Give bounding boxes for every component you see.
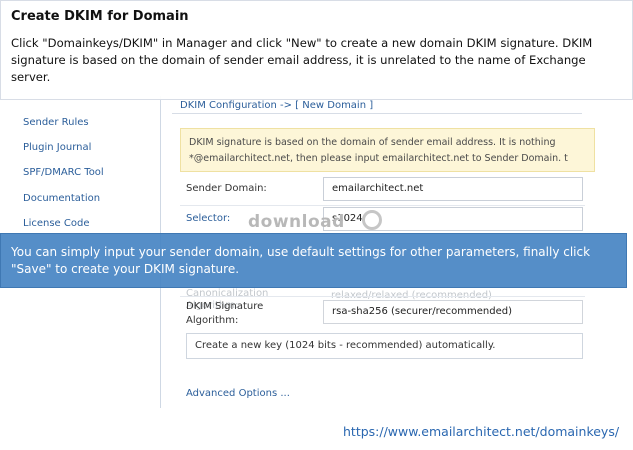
signature-algorithm-select[interactable]: rsa-sha256 (securer/recommended): [323, 300, 583, 324]
sidebar-item-sender-rules[interactable]: Sender Rules: [23, 117, 89, 128]
callout-save-hint: You can simply input your sender domain,…: [0, 233, 627, 288]
watermark-badge-icon: [362, 210, 382, 230]
signature-label-line-2: Algorithm:: [186, 315, 239, 326]
info-notice: DKIM signature is based on the domain of…: [180, 128, 595, 172]
breadcrumb: DKIM Configuration -> [ New Domain ]: [180, 100, 374, 111]
callout-create-dkim: Create DKIM for Domain Click "Domainkeys…: [0, 0, 633, 100]
signature-algorithm-label: DKIM Signature Algorithm:: [186, 300, 263, 328]
notice-line-1: DKIM signature is based on the domain of…: [189, 137, 556, 148]
sidebar-item-documentation[interactable]: Documentation: [23, 193, 100, 204]
callout-title: Create DKIM for Domain: [11, 9, 189, 24]
notice-line-2: *@emailarchitect.net, then please input …: [189, 153, 568, 164]
header-divider: [172, 113, 582, 114]
advanced-options-link[interactable]: Advanced Options ...: [186, 388, 290, 399]
row-divider: [180, 296, 585, 297]
key-generation-option[interactable]: Create a new key (1024 bits - recommende…: [186, 333, 583, 359]
signature-label-line-1: DKIM Signature: [186, 301, 264, 312]
watermark-text: download: [248, 212, 345, 232]
callout-body: Click "Domainkeys/DKIM" in Manager and c…: [11, 36, 593, 84]
selector-label: Selector:: [186, 213, 231, 224]
sidebar-item-spf-dmarc-tool[interactable]: SPF/DMARC Tool: [23, 167, 104, 178]
sidebar-item-license-code[interactable]: License Code: [23, 218, 89, 229]
sender-domain-label: Sender Domain:: [186, 183, 267, 194]
footer-url-link[interactable]: https://www.emailarchitect.net/domainkey…: [343, 424, 619, 439]
screenshot: Sender Rules Plugin Journal SPF/DMARC To…: [0, 0, 633, 450]
row-divider: [180, 205, 585, 206]
sidebar-item-plugin-journal[interactable]: Plugin Journal: [23, 142, 91, 153]
sender-domain-input[interactable]: emailarchitect.net: [323, 177, 583, 201]
